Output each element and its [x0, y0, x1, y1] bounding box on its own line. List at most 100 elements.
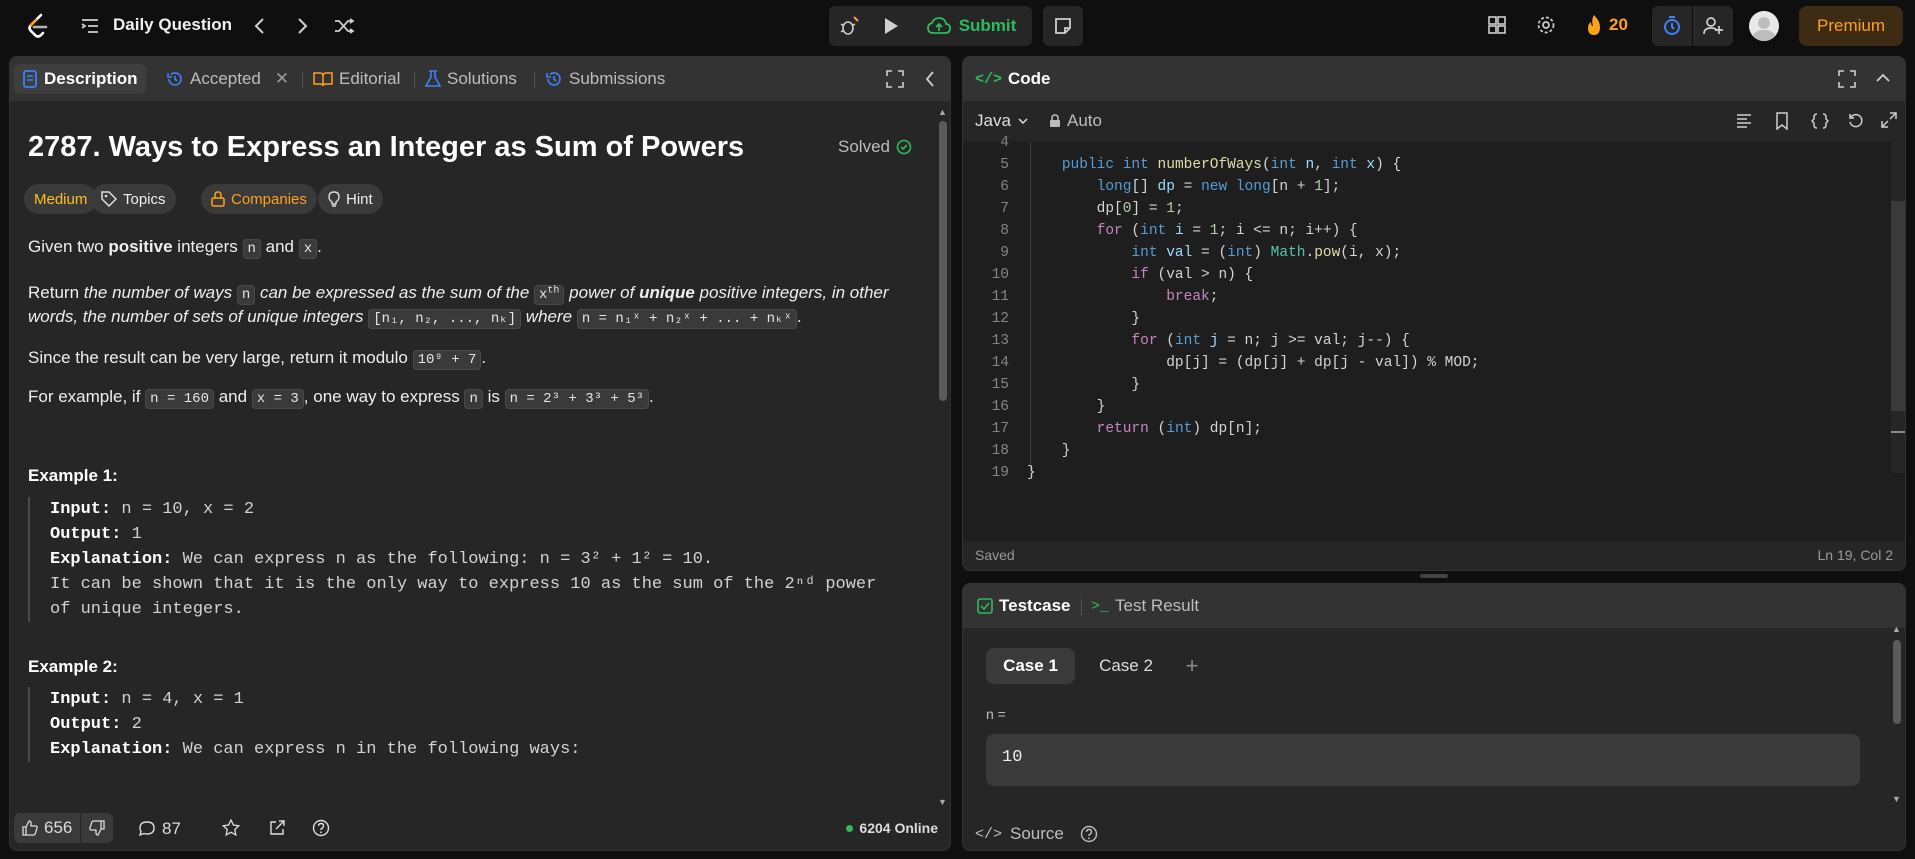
problem-title: 2787. Ways to Express an Integer as Sum … — [28, 131, 745, 163]
submit-button[interactable]: Submit — [913, 6, 1030, 46]
description-scrollbar[interactable]: ▲ ▼ — [938, 107, 948, 807]
comment-count: 87 — [162, 819, 181, 838]
format-icon[interactable] — [1735, 112, 1753, 130]
case-2-tab[interactable]: Case 2 — [1086, 648, 1166, 684]
share-icon[interactable] — [268, 819, 286, 837]
braces-icon[interactable] — [1811, 112, 1829, 130]
topics-button[interactable]: Topics — [91, 184, 176, 214]
chevron-up-icon[interactable] — [1875, 71, 1891, 85]
code-line: 14 dp[j] = (dp[j] + dp[j - val]) % MOD; — [991, 355, 1480, 371]
code-line: 6 long[] dp = new long[n + 1]; — [1000, 179, 1341, 195]
tab-accepted[interactable]: Accepted ✕ — [158, 64, 297, 94]
hint-button[interactable]: Hint — [318, 184, 383, 214]
tab-solutions[interactable]: Solutions — [417, 64, 525, 94]
code-panel: </> Code Java Auto 4 5 public int number… — [962, 56, 1906, 571]
tab-divider — [1081, 599, 1082, 615]
streak-counter[interactable]: 20 — [1585, 14, 1628, 36]
auto-mode[interactable]: Auto — [1049, 111, 1102, 131]
timer-button[interactable] — [1652, 6, 1692, 46]
code-line: 7 dp[0] = 1; — [1000, 201, 1184, 217]
reset-icon[interactable] — [1847, 112, 1865, 130]
testcase-scrollbar[interactable]: ▲ ▼ — [1891, 624, 1903, 804]
expand-icon[interactable] — [1881, 112, 1897, 128]
shuffle-icon[interactable] — [333, 15, 355, 37]
leetcode-logo-icon[interactable] — [22, 11, 52, 41]
testcase-panel: Testcase >_ Test Result Case 1 Case 2 + … — [962, 583, 1906, 851]
submit-label: Submit — [958, 16, 1017, 35]
tab-description[interactable]: Description — [14, 64, 146, 94]
source-button[interactable]: </> Source — [975, 824, 1098, 844]
code-line: 8 for (int i = 1; i <= n; i++) { — [1000, 223, 1358, 239]
invite-user-button[interactable] — [1693, 6, 1733, 46]
help-icon[interactable] — [312, 819, 330, 837]
premium-button[interactable]: Premium — [1799, 6, 1903, 46]
cursor-position: Ln 19, Col 2 — [1817, 547, 1894, 563]
code-line: 13 for (int j = n; j >= val; j--) { — [991, 333, 1410, 349]
problem-list-icon[interactable] — [80, 16, 100, 36]
code-line: 12 } — [991, 311, 1141, 327]
debug-button[interactable] — [829, 6, 869, 46]
code-line: 5 public int numberOfWays(int n, int x) … — [1000, 157, 1402, 173]
code-scrollbar[interactable] — [1891, 141, 1905, 473]
code-line: 16 } — [991, 399, 1106, 415]
prev-problem-button[interactable] — [250, 15, 270, 37]
bookmark-icon[interactable] — [1775, 112, 1789, 130]
language-select[interactable]: Java — [975, 111, 1029, 131]
run-button[interactable] — [871, 6, 911, 46]
star-icon[interactable] — [222, 819, 240, 837]
example-1-block: Input: n = 10, x = 2 Output: 1 Explanati… — [28, 497, 876, 622]
tag-icon — [101, 191, 117, 207]
streak-count: 20 — [1609, 15, 1628, 34]
solved-status: Solved — [838, 137, 912, 157]
code-line: 17 return (int) dp[n]; — [991, 421, 1262, 437]
comments-button[interactable]: 87 — [138, 819, 181, 839]
panel-resize-handle[interactable] — [1420, 574, 1448, 578]
code-line: 4 — [1000, 135, 1009, 151]
description-footer: 656 87 6204 Online — [10, 806, 950, 850]
dislike-button[interactable] — [81, 813, 113, 843]
fullscreen-icon[interactable] — [1838, 70, 1856, 88]
book-icon — [313, 72, 333, 87]
like-button[interactable]: 656 — [14, 813, 82, 843]
fullscreen-icon[interactable] — [886, 70, 904, 88]
stopwatch-icon — [1664, 16, 1680, 35]
difficulty-badge[interactable]: Medium — [24, 184, 98, 214]
document-icon — [23, 70, 37, 88]
code-line: 18 } — [991, 443, 1071, 459]
lightbulb-icon — [328, 191, 340, 207]
daily-question-title[interactable]: Daily Question — [113, 15, 232, 35]
tab-test-result[interactable]: >_ Test Result — [1083, 591, 1207, 621]
tab-code[interactable]: </> Code — [967, 64, 1059, 94]
tab-editorial[interactable]: Editorial — [305, 64, 408, 94]
history-icon — [546, 72, 561, 86]
test-tab-bar: Testcase >_ Test Result — [963, 584, 1905, 628]
collapse-panel-icon[interactable] — [924, 70, 936, 88]
case-1-tab[interactable]: Case 1 — [986, 648, 1075, 684]
tab-submissions[interactable]: Submissions — [537, 64, 673, 94]
tab-divider — [414, 72, 415, 88]
next-problem-button[interactable] — [292, 15, 312, 37]
thumbs-up-icon — [22, 820, 38, 836]
layout-icon[interactable] — [1486, 14, 1508, 36]
tab-divider — [534, 72, 535, 88]
thumbs-down-icon — [89, 820, 106, 836]
code-brackets-icon: </> — [975, 825, 1003, 843]
lock-icon — [211, 191, 225, 207]
add-case-button[interactable]: + — [1177, 648, 1207, 684]
companies-button[interactable]: Companies — [201, 184, 317, 214]
code-editor[interactable]: 4 5 public int numberOfWays(int n, int x… — [963, 135, 1905, 543]
tab-testcase[interactable]: Testcase — [969, 591, 1079, 621]
n-input[interactable]: 10 — [986, 734, 1860, 786]
fire-icon — [1588, 15, 1600, 35]
notes-button[interactable] — [1043, 6, 1083, 46]
gear-icon[interactable] — [1535, 14, 1557, 36]
like-count: 656 — [44, 818, 73, 837]
lock-icon — [1050, 114, 1060, 127]
terminal-icon: >_ — [1091, 597, 1110, 615]
close-tab-icon[interactable]: ✕ — [275, 69, 289, 89]
description-paragraph-1: Given two positive integers n and x. — [28, 237, 322, 259]
code-line: 11 break; — [991, 289, 1219, 305]
avatar[interactable] — [1749, 11, 1779, 41]
help-icon[interactable] — [1080, 825, 1098, 843]
check-circle-icon — [896, 139, 912, 155]
